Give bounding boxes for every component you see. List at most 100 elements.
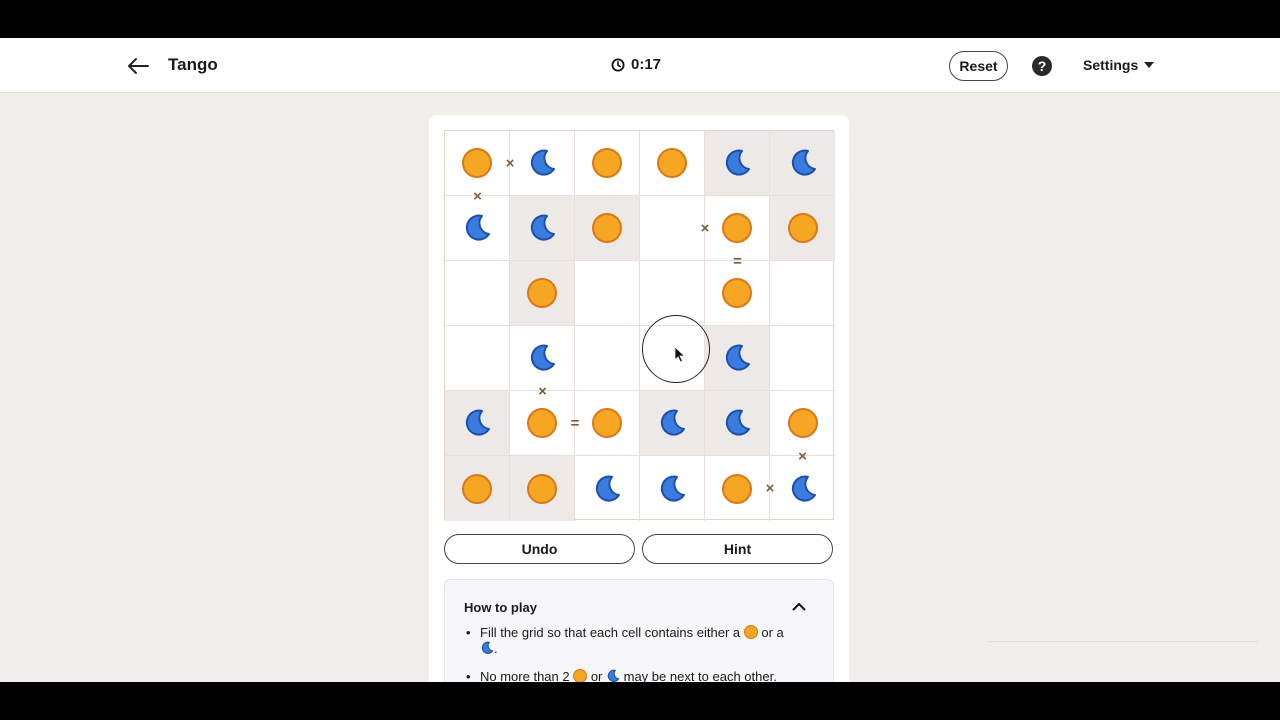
moon-icon — [788, 474, 818, 504]
sun-icon — [462, 473, 492, 504]
moon-icon — [722, 148, 752, 178]
board-cell[interactable] — [770, 391, 835, 456]
board-cell[interactable] — [705, 196, 770, 261]
letterbox-top — [0, 0, 1280, 38]
back-button[interactable] — [124, 53, 152, 79]
moon-icon — [657, 408, 687, 438]
board-cell[interactable] — [640, 326, 705, 391]
moon-icon — [462, 408, 492, 438]
board-cell[interactable] — [445, 326, 510, 391]
board-cell[interactable] — [770, 196, 835, 261]
caret-down-icon — [1144, 62, 1155, 68]
board-cell[interactable] — [705, 456, 770, 521]
board-cell[interactable] — [770, 456, 835, 521]
reset-button[interactable]: Reset — [949, 51, 1008, 81]
equal-constraint: = — [570, 415, 580, 432]
sun-icon — [787, 213, 818, 243]
settings-label: Settings — [1083, 57, 1139, 73]
board-cell[interactable] — [445, 131, 510, 196]
moon-icon — [788, 148, 818, 178]
opposite-constraint: × — [765, 480, 775, 497]
top-bar: Tango 0:17 Reset ? Settings — [0, 38, 1280, 93]
moon-icon — [527, 213, 557, 243]
letterbox-bottom — [0, 682, 1280, 720]
board-cell[interactable] — [705, 261, 770, 326]
clock-icon — [611, 58, 625, 71]
sun-icon — [592, 408, 622, 438]
board-cell[interactable] — [705, 326, 770, 391]
board-cell[interactable] — [445, 391, 510, 456]
sun-icon — [573, 669, 588, 683]
opposite-constraint: × — [798, 447, 807, 465]
board-cell[interactable] — [445, 196, 510, 261]
hint-button[interactable]: Hint — [642, 534, 833, 564]
board-cell[interactable] — [640, 261, 705, 326]
rule1-text-a: Fill the grid so that each cell contains… — [480, 625, 744, 640]
sun-icon — [722, 278, 752, 308]
moon-icon — [527, 343, 557, 373]
board-cell[interactable] — [640, 196, 705, 261]
opposite-constraint: × — [538, 382, 547, 400]
board-cell[interactable] — [510, 391, 575, 456]
rule1-text-b: or a — [757, 625, 784, 640]
board-cell[interactable] — [510, 131, 575, 196]
board-cell[interactable] — [705, 131, 770, 196]
chevron-up-icon[interactable] — [791, 598, 807, 614]
tango-board: × × × = × = × × — [444, 130, 835, 521]
arrow-left-icon — [128, 58, 149, 74]
sun-icon — [592, 213, 622, 243]
settings-dropdown[interactable]: Settings — [1083, 57, 1155, 73]
page-title: Tango — [168, 55, 218, 74]
moon-icon — [527, 148, 557, 178]
sun-icon — [787, 408, 818, 438]
board-cell[interactable] — [445, 261, 510, 326]
moon-icon — [607, 669, 620, 682]
board-cell[interactable] — [705, 391, 770, 456]
board-cell[interactable] — [575, 196, 640, 261]
sun-icon — [527, 278, 557, 308]
sun-icon — [462, 148, 492, 178]
sun-icon — [592, 148, 622, 178]
board-cell[interactable] — [445, 456, 510, 521]
timer: 0:17 — [611, 56, 661, 73]
board-cell[interactable] — [770, 261, 835, 326]
sun-icon — [527, 473, 557, 504]
sun-icon — [722, 473, 752, 504]
moon-icon — [722, 408, 752, 438]
question-circle-icon[interactable]: ? — [1032, 56, 1052, 76]
moon-icon — [722, 343, 752, 373]
board-cell[interactable] — [575, 456, 640, 521]
moon-icon — [657, 474, 687, 504]
sun-icon — [527, 408, 557, 438]
sun-icon — [743, 625, 758, 639]
opposite-constraint: × — [505, 155, 515, 172]
board-cell[interactable] — [510, 261, 575, 326]
board-cell[interactable] — [575, 326, 640, 391]
undo-button[interactable]: Undo — [444, 534, 635, 564]
board-cell[interactable] — [575, 131, 640, 196]
board-cell[interactable] — [510, 456, 575, 521]
board-cell[interactable] — [770, 131, 835, 196]
how-to-play-title: How to play — [464, 600, 537, 615]
board-cell[interactable] — [510, 326, 575, 391]
sun-icon — [722, 213, 752, 243]
board-cell[interactable] — [575, 261, 640, 326]
opposite-constraint: × — [700, 220, 710, 237]
board-cell[interactable] — [640, 131, 705, 196]
sun-icon — [657, 148, 687, 178]
bottom-right-divider — [988, 641, 1258, 643]
equal-constraint: = — [733, 252, 742, 270]
moon-icon — [481, 641, 494, 654]
board-cell[interactable] — [640, 456, 705, 521]
board-cell[interactable] — [575, 391, 640, 456]
board-cell[interactable] — [510, 196, 575, 261]
opposite-constraint: × — [473, 187, 482, 205]
board-cell[interactable] — [770, 326, 835, 391]
rule1-text-c: . — [494, 641, 498, 656]
moon-icon — [592, 474, 622, 504]
how-to-play-panel: How to play • Fill the grid so that each… — [444, 579, 834, 699]
timer-value: 0:17 — [631, 56, 662, 73]
rule-item: • Fill the grid so that each cell contai… — [466, 625, 784, 656]
moon-icon — [462, 213, 492, 243]
board-cell[interactable] — [640, 391, 705, 456]
